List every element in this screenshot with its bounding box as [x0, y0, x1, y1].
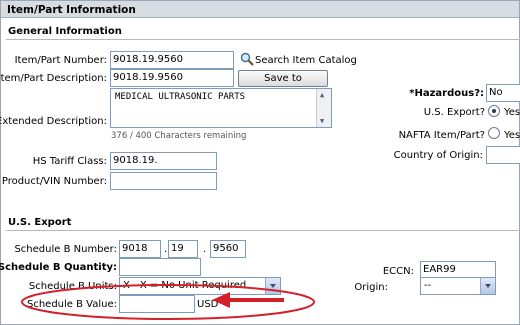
- hs-tariff-label: HS Tariff Class:: [32, 156, 107, 167]
- chevron-down-icon[interactable]: [265, 278, 280, 294]
- schedule-b-number-part2[interactable]: 19: [168, 240, 198, 258]
- save-to-catalog-button[interactable]: Save to catalog: [238, 70, 328, 99]
- hazardous-select[interactable]: No: [486, 84, 520, 102]
- country-of-origin-select[interactable]: [486, 146, 520, 164]
- extended-description-textarea[interactable]: MEDICAL ULTRASONIC PARTS ▲ ▼: [110, 88, 332, 128]
- general-info-heading: General Information: [8, 26, 122, 37]
- schedule-b-quantity-label: *Schedule B Quantity:: [0, 262, 117, 273]
- search-icon[interactable]: [240, 52, 254, 66]
- us-export-yes-radio[interactable]: [488, 105, 500, 117]
- schedule-b-quantity-field[interactable]: [119, 258, 201, 276]
- item-number-field[interactable]: 9018.19.9560: [110, 51, 234, 69]
- textarea-scrollbar[interactable]: ▲ ▼: [316, 89, 331, 127]
- origin-label: Origin:: [354, 282, 388, 293]
- nafta-yes-label: Yes: [504, 130, 520, 141]
- schedule-b-value-field[interactable]: [119, 295, 195, 313]
- search-item-catalog-link[interactable]: Search Item Catalog: [255, 55, 357, 66]
- us-export-label: U.S. Export?: [423, 107, 485, 118]
- panel-title: Item/Part Information: [7, 4, 136, 16]
- us-export-heading: U.S. Export: [8, 217, 72, 228]
- schedule-b-number-part1[interactable]: 9018: [119, 240, 161, 258]
- country-of-origin-label: Country of Origin:: [393, 150, 483, 161]
- currency-label: USD: [197, 299, 219, 310]
- vin-field[interactable]: [110, 172, 217, 190]
- scroll-down-icon[interactable]: ▼: [320, 117, 324, 125]
- nafta-yes-radio[interactable]: [488, 127, 500, 139]
- schedule-b-number-label: Schedule B Number:: [14, 244, 117, 255]
- nafta-label: NAFTA Item/Part?: [398, 130, 485, 141]
- panel-header: Item/Part Information: [1, 1, 519, 18]
- us-export-yes-label: Yes: [504, 107, 520, 118]
- schedule-b-separator-1: .: [164, 244, 168, 255]
- eccn-label: ECCN:: [382, 266, 414, 277]
- schedule-b-units-value: X - X = No Unit Required: [123, 280, 247, 291]
- description-field[interactable]: 9018.19.9560: [110, 69, 234, 87]
- schedule-b-units-label: Schedule B Units:: [28, 281, 117, 292]
- general-info-divider: [6, 39, 520, 40]
- schedule-b-value-label: Schedule B Value:: [27, 299, 117, 310]
- vin-label: Product/VIN Number:: [1, 176, 107, 187]
- origin-select[interactable]: --: [420, 277, 496, 295]
- hs-tariff-field[interactable]: 9018.19.: [110, 152, 217, 170]
- description-label: Item/Part Description:: [0, 73, 107, 84]
- schedule-b-separator-2: .: [203, 244, 207, 255]
- extended-description-label: Extended Description:: [0, 116, 107, 127]
- us-export-divider: [6, 230, 520, 231]
- characters-remaining: 376 / 400 Characters remaining: [111, 131, 247, 141]
- origin-value: --: [424, 280, 432, 291]
- item-number-label: Item/Part Number:: [14, 55, 107, 66]
- schedule-b-units-select[interactable]: X - X = No Unit Required: [119, 277, 281, 295]
- extended-description-text: MEDICAL ULTRASONIC PARTS: [115, 92, 246, 102]
- scroll-up-icon[interactable]: ▲: [320, 91, 324, 99]
- schedule-b-number-part3[interactable]: 9560: [210, 240, 246, 258]
- hazardous-label: *Hazardous?:: [409, 88, 484, 99]
- origin-chevron-down-icon[interactable]: [480, 278, 495, 294]
